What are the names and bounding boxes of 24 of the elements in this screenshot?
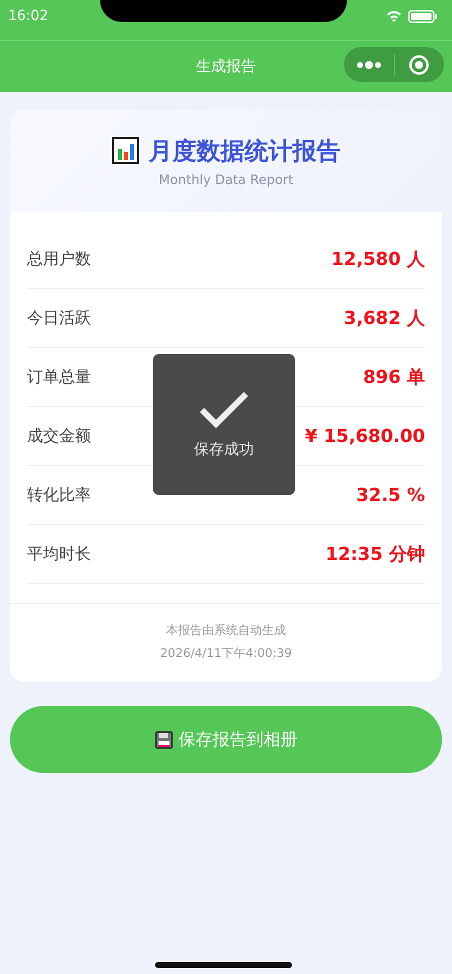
metric-value: 12:35 分钟 xyxy=(325,543,425,566)
battery-icon xyxy=(408,10,438,22)
metric-label: 成交金额 xyxy=(27,426,91,446)
check-icon xyxy=(198,390,250,430)
status-time: 16:02 xyxy=(8,8,48,24)
generated-time: 2026/4/11下午4:00:39 xyxy=(160,645,292,662)
save-report-button[interactable]: 保存报告到相册 xyxy=(10,706,442,773)
metric-label: 平均时长 xyxy=(27,544,91,564)
nav-title: 生成报告 xyxy=(196,57,256,76)
metric-value: 32.5 % xyxy=(356,484,425,506)
metric-value: 12,580 人 xyxy=(331,248,425,271)
metric-value: ¥ 15,680.00 xyxy=(304,426,425,446)
metric-label: 订单总量 xyxy=(27,366,91,388)
report-subtitle: Monthly Data Report xyxy=(158,172,294,188)
metric-value: 896 单 xyxy=(363,366,425,389)
wifi-icon xyxy=(386,10,402,22)
metric-label: 今日活跃 xyxy=(27,308,91,328)
metric-label: 总用户数 xyxy=(27,248,91,270)
metric-value: 3,682 人 xyxy=(344,307,425,330)
toast-message: 保存成功 xyxy=(194,440,254,459)
report-title: 月度数据统计报告 xyxy=(148,136,340,166)
footer-note: 本报告由系统自动生成 xyxy=(166,622,286,639)
metric-label: 转化比率 xyxy=(27,484,91,506)
bar-chart-icon xyxy=(112,137,138,164)
